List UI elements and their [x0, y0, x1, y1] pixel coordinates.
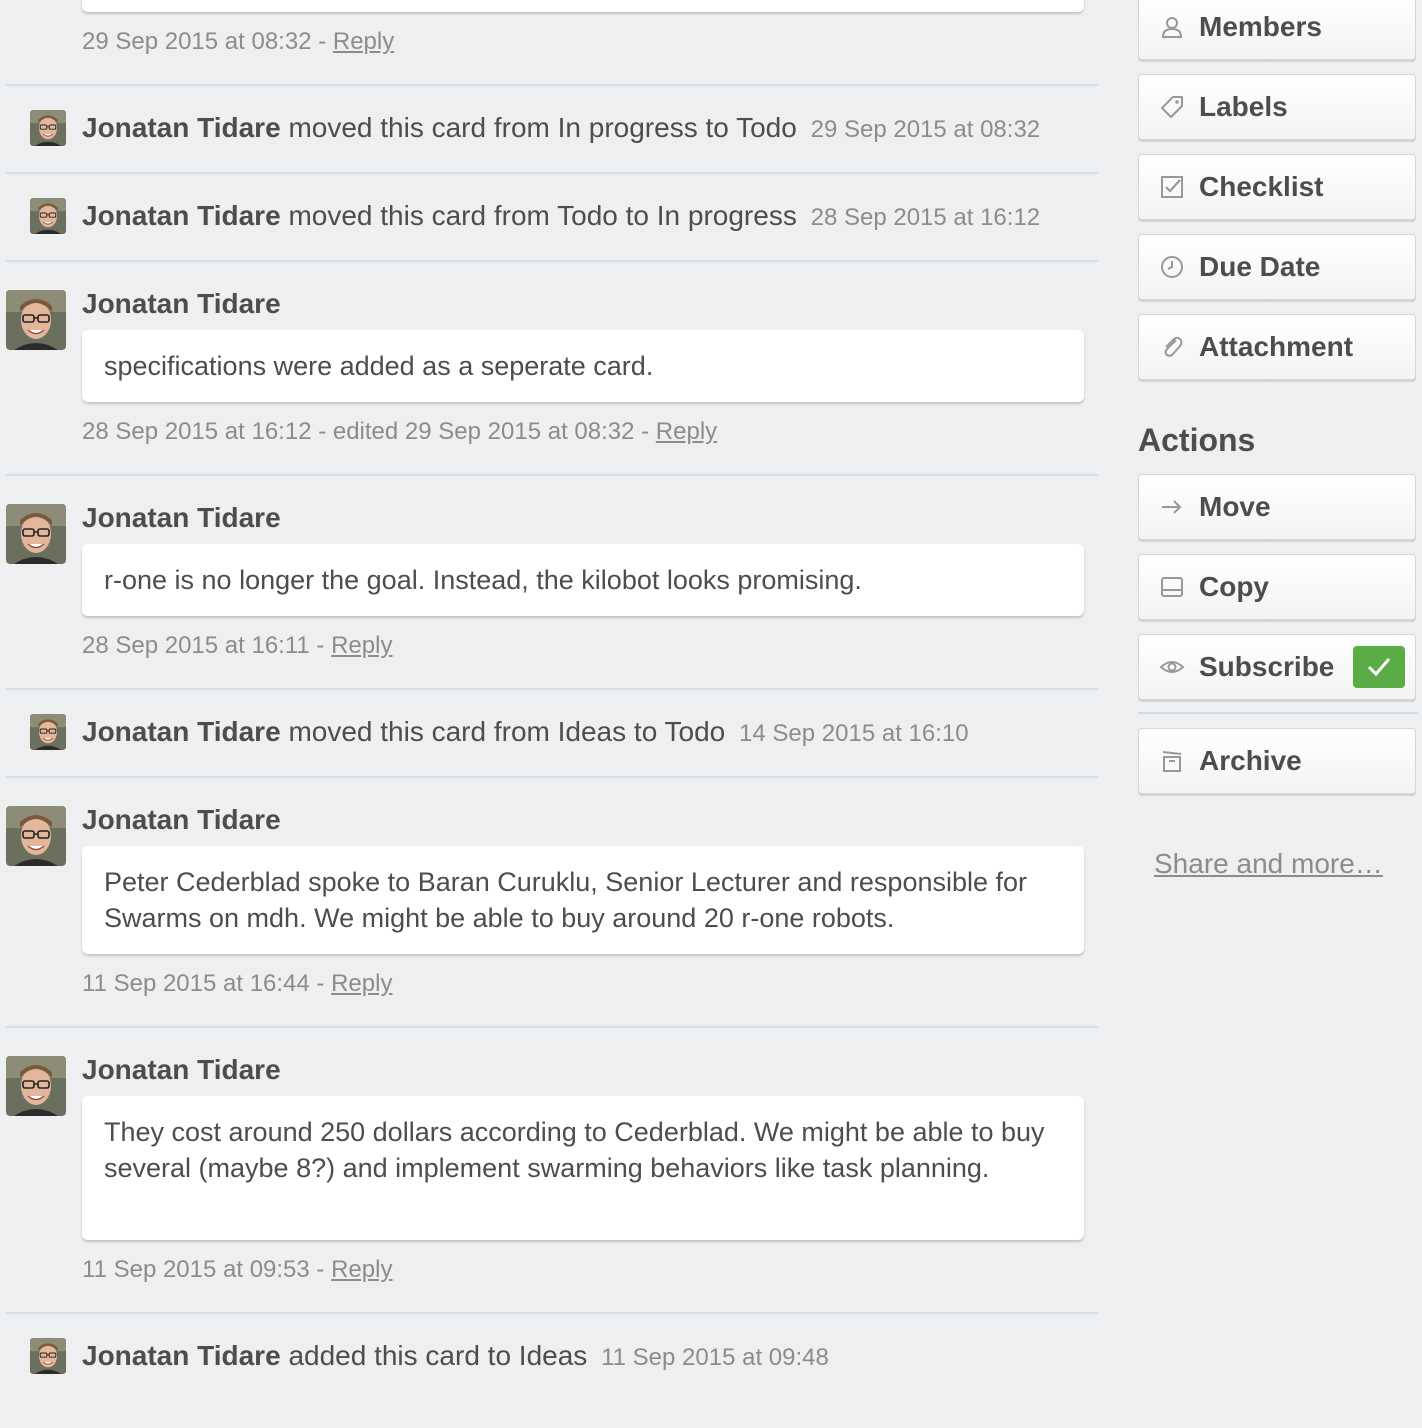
- comment-meta: 28 Sep 2015 at 16:12 - edited 29 Sep 201…: [82, 418, 717, 446]
- avatar[interactable]: [30, 714, 66, 750]
- subscribe-button[interactable]: Subscribe: [1138, 634, 1416, 700]
- comment-box: specifications were added as a seperate …: [82, 330, 1084, 402]
- checkbox-icon: [1159, 174, 1185, 200]
- avatar[interactable]: [6, 504, 66, 564]
- archive-icon: [1159, 748, 1185, 774]
- author-name[interactable]: Jonatan Tidare: [82, 502, 281, 534]
- action-time[interactable]: 29 Sep 2015 at 08:32: [811, 116, 1041, 143]
- share-and-more-link[interactable]: Share and more…: [1154, 848, 1383, 880]
- copy-button[interactable]: Copy: [1138, 554, 1416, 620]
- author-name[interactable]: Jonatan Tidare: [82, 1340, 281, 1371]
- checklist-button[interactable]: Checklist: [1138, 154, 1416, 220]
- reply-link[interactable]: Reply: [331, 970, 392, 997]
- button-label: Copy: [1199, 571, 1269, 602]
- author-name[interactable]: Jonatan Tidare: [82, 112, 281, 143]
- comment-meta: 11 Sep 2015 at 16:44 - Reply: [82, 970, 392, 998]
- avatar[interactable]: [30, 198, 66, 234]
- clock-icon: [1159, 254, 1185, 280]
- comment-timestamp: 28 Sep 2015 at 16:12 - edited 29 Sep 201…: [82, 418, 656, 445]
- activity-action: Jonatan Tidare added this card to Ideas …: [82, 1340, 829, 1372]
- arrow-right-icon: [1159, 494, 1185, 520]
- divider: [6, 84, 1098, 86]
- reply-link[interactable]: Reply: [331, 632, 392, 659]
- divider: [6, 688, 1098, 690]
- divider: [6, 260, 1098, 262]
- comment-meta: 29 Sep 2015 at 08:32 - Reply: [82, 28, 394, 56]
- comment-meta: 28 Sep 2015 at 16:11 - Reply: [82, 632, 392, 660]
- comment-meta: 11 Sep 2015 at 09:53 - Reply: [82, 1256, 392, 1284]
- comment-timestamp: 28 Sep 2015 at 16:11 -: [82, 632, 332, 659]
- archive-button[interactable]: Archive: [1138, 728, 1416, 794]
- reply-link[interactable]: Reply: [331, 1256, 392, 1283]
- activity-action: Jonatan Tidare moved this card from Todo…: [82, 200, 1040, 232]
- members-button[interactable]: Members: [1138, 0, 1416, 60]
- tag-icon: [1159, 94, 1185, 120]
- divider: [6, 776, 1098, 778]
- button-label: Due Date: [1199, 251, 1321, 282]
- reply-link[interactable]: Reply: [333, 28, 394, 55]
- author-name[interactable]: Jonatan Tidare: [82, 716, 281, 747]
- comment-box: They cost around 250 dollars according t…: [82, 1096, 1084, 1240]
- avatar[interactable]: [6, 290, 66, 350]
- avatar[interactable]: [30, 1338, 66, 1374]
- paperclip-icon: [1159, 334, 1185, 360]
- button-label: Archive: [1199, 745, 1302, 776]
- comment-box: Peter Cederblad spoke to Baran Curuklu, …: [82, 846, 1084, 954]
- action-text: moved this card from Ideas to Todo: [288, 716, 726, 747]
- divider: [1138, 712, 1418, 714]
- action-time[interactable]: 11 Sep 2015 at 09:48: [601, 1344, 829, 1371]
- comment-timestamp: 11 Sep 2015 at 09:53 -: [82, 1256, 332, 1283]
- button-label: Labels: [1199, 91, 1288, 122]
- avatar[interactable]: [6, 1056, 66, 1116]
- author-name[interactable]: Jonatan Tidare: [82, 1054, 281, 1086]
- action-text: added this card to Ideas: [288, 1340, 588, 1371]
- action-text: moved this card from Todo to In progress: [288, 200, 797, 231]
- subscribed-check-icon: [1353, 646, 1405, 688]
- comment-timestamp: 11 Sep 2015 at 16:44 -: [82, 970, 332, 997]
- author-name[interactable]: Jonatan Tidare: [82, 804, 281, 836]
- button-label: Members: [1199, 11, 1322, 42]
- move-button[interactable]: Move: [1138, 474, 1416, 540]
- author-name[interactable]: Jonatan Tidare: [82, 200, 281, 231]
- due-date-button[interactable]: Due Date: [1138, 234, 1416, 300]
- action-time[interactable]: 14 Sep 2015 at 16:10: [739, 720, 969, 747]
- copy-icon: [1159, 574, 1185, 600]
- action-time[interactable]: 28 Sep 2015 at 16:12: [811, 204, 1041, 231]
- action-text: moved this card from In progress to Todo: [288, 112, 797, 143]
- comment-box: [82, 0, 1084, 12]
- button-label: Checklist: [1199, 171, 1324, 202]
- author-name[interactable]: Jonatan Tidare: [82, 288, 281, 320]
- activity-feed: 29 Sep 2015 at 08:32 - Reply Jonatan Tid…: [0, 0, 1100, 1428]
- eye-icon: [1159, 654, 1185, 680]
- person-icon: [1159, 14, 1185, 40]
- activity-action: Jonatan Tidare moved this card from In p…: [82, 112, 1040, 144]
- avatar[interactable]: [6, 806, 66, 866]
- attachment-button[interactable]: Attachment: [1138, 314, 1416, 380]
- button-label: Subscribe: [1199, 651, 1335, 682]
- avatar[interactable]: [30, 110, 66, 146]
- comment-timestamp: 29 Sep 2015 at 08:32 -: [82, 28, 333, 55]
- labels-button[interactable]: Labels: [1138, 74, 1416, 140]
- reply-link[interactable]: Reply: [656, 418, 717, 445]
- divider: [6, 172, 1098, 174]
- divider: [6, 1026, 1098, 1028]
- comment-box: r-one is no longer the goal. Instead, th…: [82, 544, 1084, 616]
- actions-heading: Actions: [1138, 422, 1256, 458]
- button-label: Move: [1199, 491, 1271, 522]
- button-label: Attachment: [1199, 331, 1354, 362]
- activity-action: Jonatan Tidare moved this card from Idea…: [82, 716, 969, 748]
- divider: [6, 1312, 1098, 1314]
- divider: [6, 474, 1098, 476]
